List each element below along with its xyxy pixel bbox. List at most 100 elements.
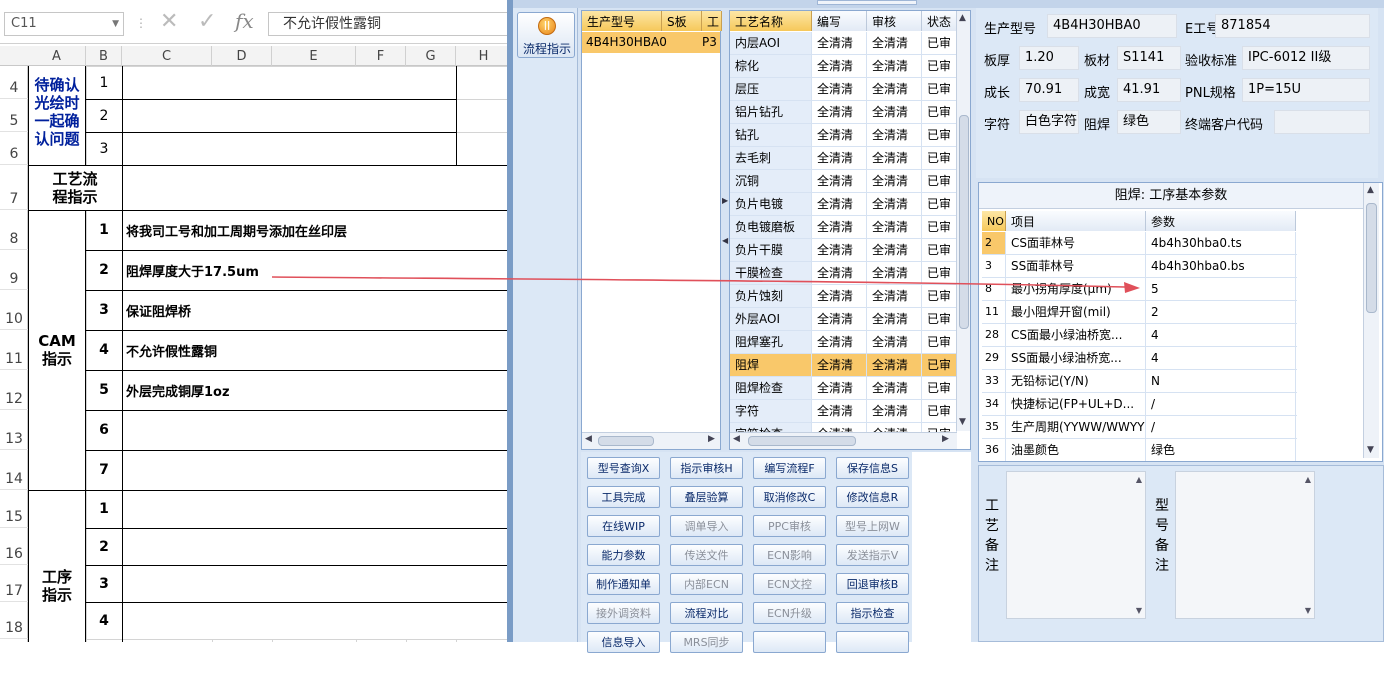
scroll-up-icon[interactable]: ▲ xyxy=(1136,475,1142,484)
merged-cell[interactable] xyxy=(123,166,512,210)
process-row[interactable]: 负片电镀 全清清 全清清 已审 xyxy=(730,193,957,216)
action-button[interactable]: 制作通知单 xyxy=(587,573,660,595)
scroll-right-icon[interactable]: ▶ xyxy=(942,434,949,444)
param-row[interactable]: 36 油墨颜色 绿色 xyxy=(982,439,1297,461)
scroll-down-icon[interactable]: ▼ xyxy=(1305,606,1311,615)
model-row[interactable]: 4B4H30HBA0 P3 xyxy=(582,32,720,53)
action-button[interactable]: 型号查询X xyxy=(587,457,660,479)
action-button[interactable]: MRS同步 xyxy=(670,631,743,653)
action-button[interactable]: PPC审核 xyxy=(753,515,826,537)
model-header-2[interactable]: 工 xyxy=(702,11,722,31)
action-button[interactable] xyxy=(753,631,826,653)
merged-cell[interactable] xyxy=(123,451,512,490)
param-header-no[interactable]: NO xyxy=(982,211,1006,231)
column-header-e[interactable]: E xyxy=(272,46,356,66)
param-row[interactable]: 35 生产周期(YYWW/WWYY) / xyxy=(982,416,1297,439)
scroll-thumb[interactable] xyxy=(1366,203,1377,313)
process-header-status[interactable]: 状态 xyxy=(922,11,957,31)
model-header-0[interactable]: 生产型号 xyxy=(582,11,662,31)
action-button[interactable]: 信息导入 xyxy=(587,631,660,653)
splitter-right-icon[interactable]: ◀ xyxy=(722,236,728,245)
action-button[interactable]: 编写流程F xyxy=(753,457,826,479)
process-vscroll[interactable]: ▲ ▼ xyxy=(956,11,970,431)
top-tab[interactable] xyxy=(817,0,917,5)
sheet-grid[interactable]: 4 5 6 7 8 9 10 11 12 13 14 15 16 17 18 待确认光绘时一起确认问题 工艺流程… xyxy=(0,66,512,643)
param-row[interactable]: 8 最小拐角厚度(μm) 5 xyxy=(982,278,1297,301)
param-row[interactable]: 2 CS面菲林号 4b4h30hba0.ts xyxy=(982,232,1297,255)
merged-cell[interactable] xyxy=(123,566,512,602)
cancel-icon[interactable]: ✕ xyxy=(160,9,178,34)
scroll-down-icon[interactable]: ▼ xyxy=(959,417,966,427)
row-header-14[interactable]: 14 xyxy=(0,450,28,490)
row-header-13[interactable]: 13 xyxy=(0,410,28,450)
model-grid[interactable]: 生产型号 S板 工 4B4H30HBA0 P3 ◀ ▶ xyxy=(581,10,722,450)
param-row[interactable]: 3 SS面菲林号 4b4h30hba0.bs xyxy=(982,255,1297,278)
param-row[interactable]: 29 SS面最小绿油桥宽... 4 xyxy=(982,347,1297,370)
action-button[interactable]: 接外调资料 xyxy=(587,602,660,624)
model-hscroll[interactable]: ◀ ▶ xyxy=(582,432,720,449)
process-header-reviewer[interactable]: 审核 xyxy=(867,11,922,31)
action-button[interactable]: 调单导入 xyxy=(670,515,743,537)
row-header-7[interactable]: 7 xyxy=(0,165,28,210)
scroll-up-icon[interactable]: ▲ xyxy=(959,13,966,23)
action-button[interactable] xyxy=(836,631,909,653)
row-header-8[interactable]: 8 xyxy=(0,210,28,250)
name-box[interactable]: C11 ▼ xyxy=(4,12,124,36)
scroll-left-icon[interactable]: ◀ xyxy=(585,434,592,444)
action-button[interactable]: 指示审核H xyxy=(670,457,743,479)
process-header-writer[interactable]: 编写 xyxy=(812,11,867,31)
process-row[interactable]: 负片干膜 全清清 全清清 已审 xyxy=(730,239,957,262)
function-icon[interactable]: fx xyxy=(235,9,254,33)
process-row[interactable]: 负电镀磨板 全清清 全清清 已审 xyxy=(730,216,957,239)
process-row[interactable]: 层压 全清清 全清清 已审 xyxy=(730,78,957,101)
action-button[interactable]: 内部ECN xyxy=(670,573,743,595)
action-button[interactable]: ECN文控 xyxy=(753,573,826,595)
wid-field[interactable]: 41.91 xyxy=(1117,78,1181,102)
row-header-12[interactable]: 12 xyxy=(0,370,28,410)
process-row[interactable]: 阻焊检查 全清清 全清清 已审 xyxy=(730,377,957,400)
column-header-b[interactable]: B xyxy=(86,46,122,66)
action-button[interactable]: ECN升级 xyxy=(753,602,826,624)
process-row[interactable]: 干膜检查 全清清 全清清 已审 xyxy=(730,262,957,285)
process-row[interactable]: 沉铜 全清清 全清清 已审 xyxy=(730,170,957,193)
process-row[interactable]: 阻焊 全清清 全清清 已审 xyxy=(730,354,957,377)
char-field[interactable]: 白色字符 xyxy=(1019,110,1079,134)
merged-cell[interactable] xyxy=(123,100,456,132)
process-row[interactable]: 负片蚀刻 全清清 全清清 已审 xyxy=(730,285,957,308)
scroll-thumb[interactable] xyxy=(959,115,969,329)
action-button[interactable]: 叠层验算 xyxy=(670,486,743,508)
scroll-down-icon[interactable]: ▼ xyxy=(1136,606,1142,615)
formula-input[interactable]: 不允许假性露铜 xyxy=(268,12,518,36)
enter-icon[interactable]: ✓ xyxy=(198,9,216,34)
eno-field[interactable]: 871854 xyxy=(1215,14,1370,38)
param-header-value[interactable]: 参数 xyxy=(1146,211,1296,231)
process-grid[interactable]: 工艺名称 编写 审核 状态 内层AOI 全清清 全清清 已审 棕化 全清清 全清清 已审 层压全… xyxy=(729,10,971,450)
scroll-up-icon[interactable]: ▲ xyxy=(1305,475,1311,484)
process-row[interactable]: 字符 全清清 全清清 已审 xyxy=(730,400,957,423)
scroll-thumb[interactable] xyxy=(598,436,654,446)
row-header-4[interactable]: 4 xyxy=(0,66,28,99)
merged-cell[interactable] xyxy=(123,411,512,450)
merged-cell[interactable] xyxy=(123,529,512,565)
scroll-thumb[interactable] xyxy=(748,436,856,446)
column-header-h[interactable]: H xyxy=(456,46,512,66)
scroll-left-icon[interactable]: ◀ xyxy=(733,434,740,444)
merged-cell[interactable] xyxy=(123,133,456,165)
cam-instruction[interactable]: 保证阻焊桥 xyxy=(126,290,191,330)
action-button[interactable]: 型号上网W xyxy=(836,515,909,537)
model-header-1[interactable]: S板 xyxy=(662,11,702,31)
action-button[interactable]: 发送指示V xyxy=(836,544,909,566)
process-row[interactable]: 内层AOI 全清清 全清清 已审 xyxy=(730,32,957,55)
scroll-right-icon[interactable]: ▶ xyxy=(708,434,715,444)
row-header-11[interactable]: 11 xyxy=(0,330,28,370)
column-header-g[interactable]: G xyxy=(406,46,456,66)
std-field[interactable]: IPC-6012 II级 xyxy=(1242,46,1370,70)
row-header-17[interactable]: 17 xyxy=(0,565,28,602)
chevron-down-icon[interactable]: ▼ xyxy=(112,13,119,35)
merged-cell[interactable] xyxy=(123,603,512,639)
cam-instruction[interactable]: 不允许假性露铜 xyxy=(126,330,217,370)
mat-field[interactable]: S1141 xyxy=(1117,46,1181,70)
row-header-9[interactable]: 9 xyxy=(0,250,28,290)
action-button[interactable]: 流程对比 xyxy=(670,602,743,624)
param-row[interactable]: 34 快捷标记(FP+UL+D... / xyxy=(982,393,1297,416)
